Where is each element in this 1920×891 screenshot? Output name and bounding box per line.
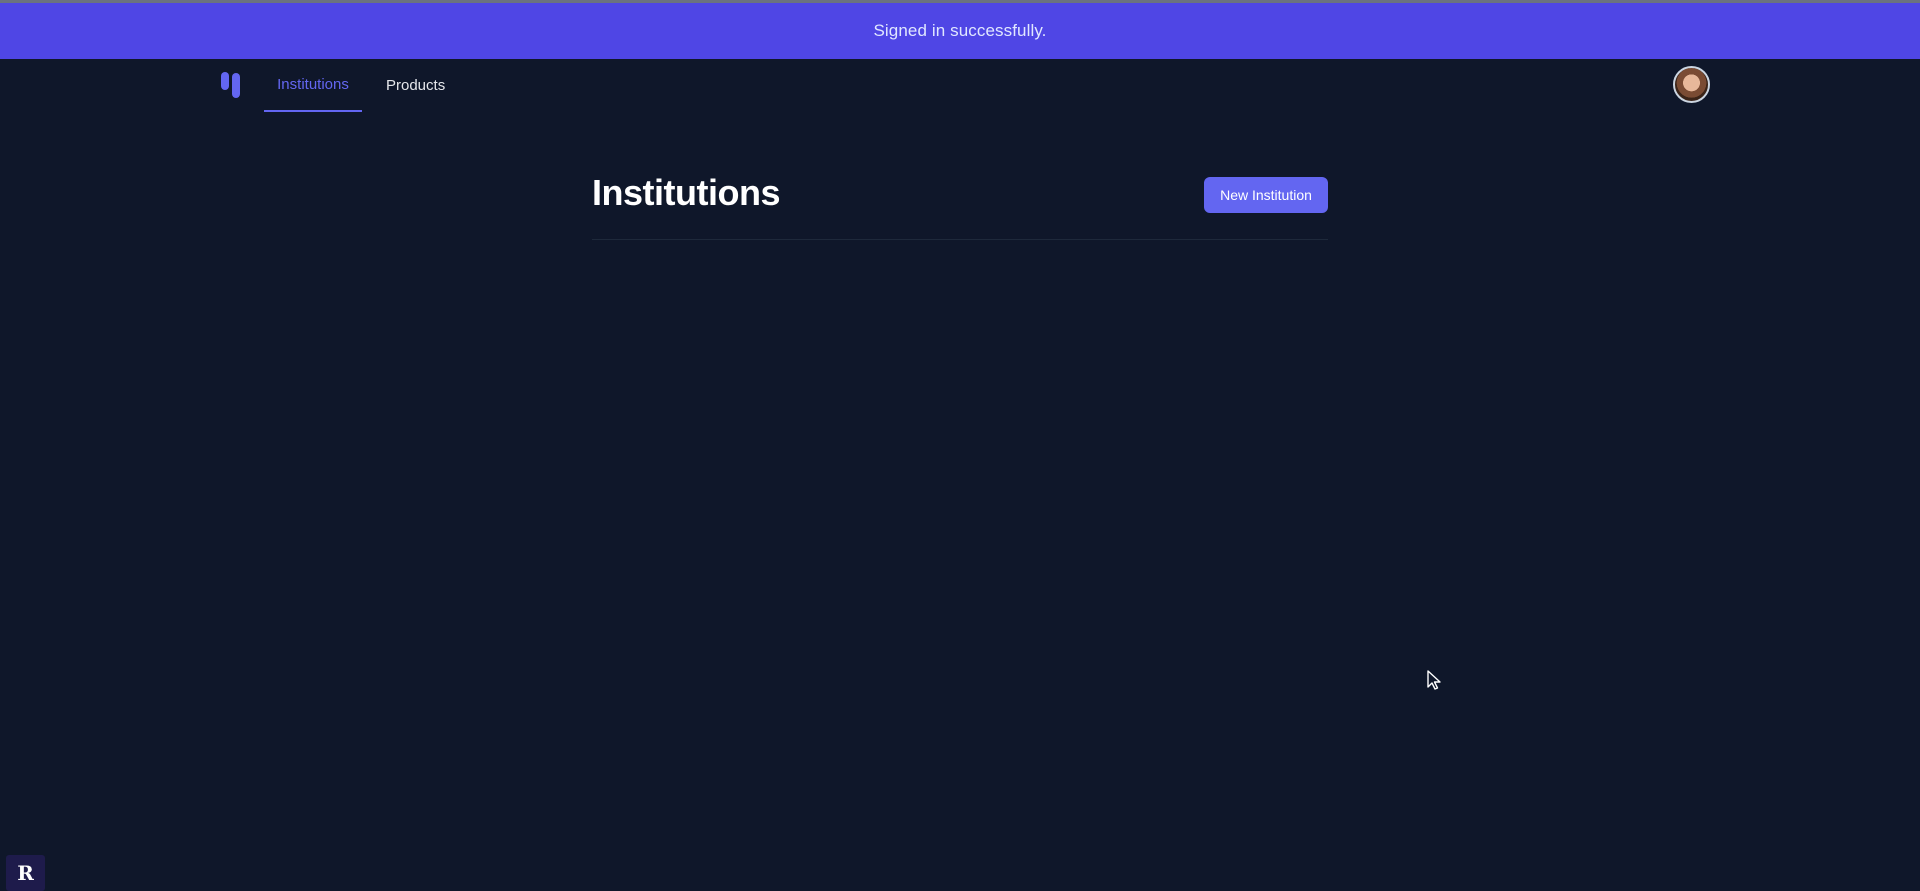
page-header: Institutions New Institution bbox=[592, 165, 1328, 240]
logo-bar-left bbox=[221, 72, 229, 90]
corner-badge[interactable]: R bbox=[6, 855, 45, 891]
top-navigation: Institutions Products bbox=[0, 59, 1920, 112]
user-avatar[interactable] bbox=[1673, 66, 1710, 103]
mouse-cursor-icon bbox=[1427, 670, 1441, 690]
logo-bar-right bbox=[232, 73, 240, 98]
nav-link-institutions[interactable]: Institutions bbox=[264, 59, 362, 112]
page-title: Institutions bbox=[592, 172, 780, 213]
corner-badge-glyph: R bbox=[17, 861, 34, 885]
nav-link-products[interactable]: Products bbox=[386, 59, 445, 112]
flash-message: Signed in successfully. bbox=[873, 21, 1047, 40]
new-institution-button[interactable]: New Institution bbox=[1204, 177, 1328, 213]
app-logo-icon[interactable] bbox=[221, 72, 243, 98]
flash-notice: Signed in successfully. bbox=[0, 3, 1920, 59]
